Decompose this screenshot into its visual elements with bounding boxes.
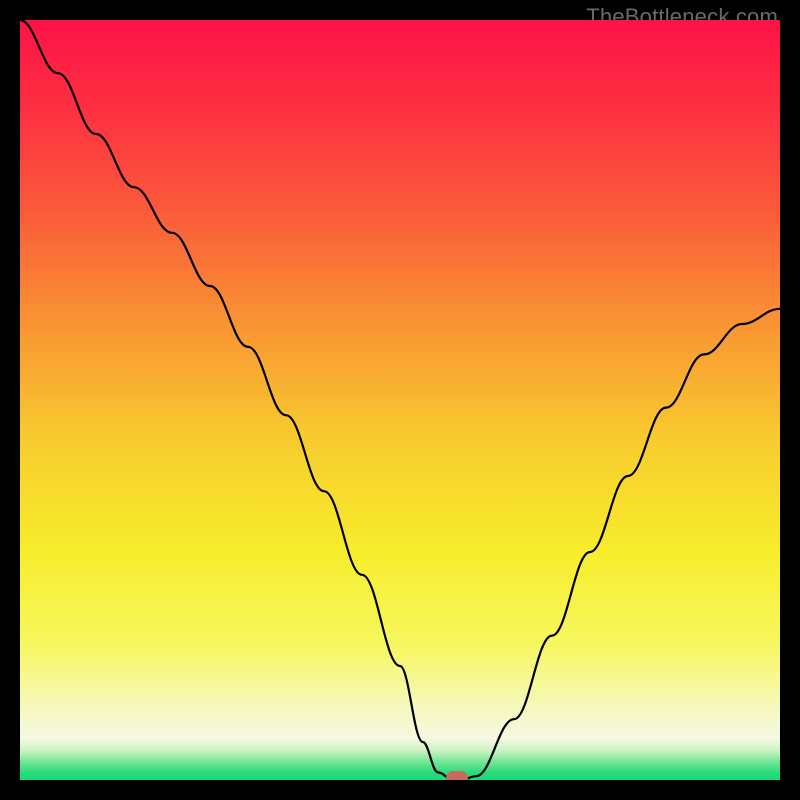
data-marker	[446, 771, 468, 780]
gradient-background	[20, 20, 780, 780]
chart-container: TheBottleneck.com	[0, 0, 800, 800]
plot-area	[20, 20, 780, 780]
